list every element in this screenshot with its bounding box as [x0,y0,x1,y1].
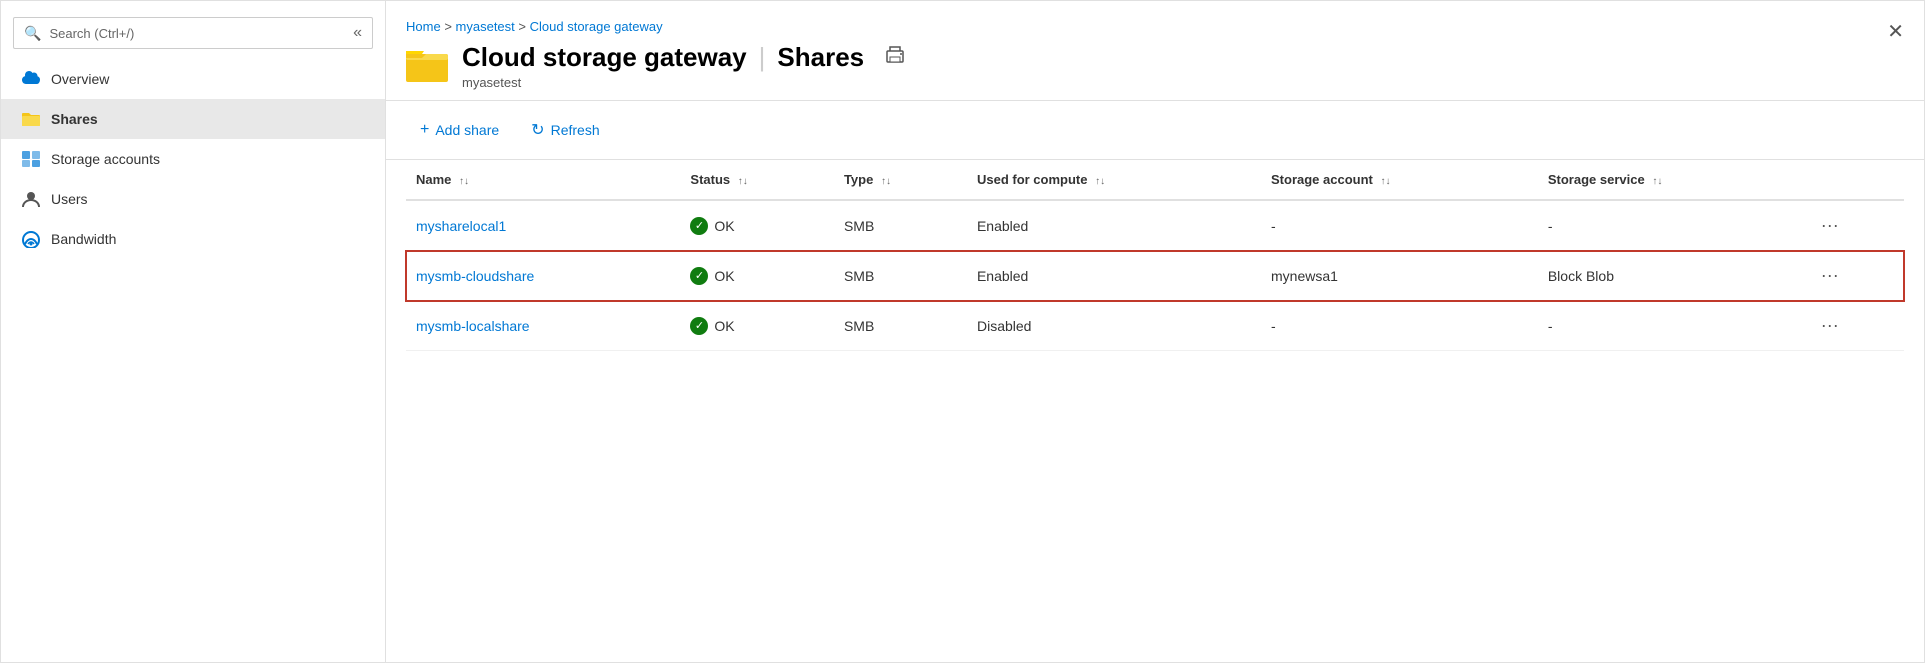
cell-actions: ··· [1805,301,1904,351]
storage-icon [21,149,41,169]
share-name-link[interactable]: mysmb-cloudshare [416,268,534,284]
breadcrumb-sep1: > [444,19,455,34]
cell-actions: ··· [1805,200,1904,251]
cell-compute: Enabled [967,200,1261,251]
sidebar-item-overview-label: Overview [51,71,109,87]
cloud-icon [21,69,41,89]
breadcrumb-sep2: > [518,19,529,34]
more-options-button[interactable]: ··· [1815,313,1845,338]
sort-storage-service-icon[interactable]: ↑↓ [1652,176,1662,187]
cell-actions: ··· [1805,251,1904,301]
sidebar-item-users[interactable]: Users [1,179,385,219]
col-header-compute: Used for compute ↑↓ [967,160,1261,200]
title-block: Cloud storage gateway | Shares [462,42,906,90]
status-label: OK [714,268,734,284]
status-ok-icon: ✓ [690,217,708,235]
add-share-button[interactable]: + Add share [406,114,513,146]
breadcrumb: Home > myasetest > Cloud storage gateway [406,19,1894,34]
cell-storage-service: Block Blob [1538,251,1805,301]
sidebar-item-storage-accounts[interactable]: Storage accounts [1,139,385,179]
resource-icon [406,44,448,89]
cell-compute: Disabled [967,301,1261,351]
sidebar: 🔍 Search (Ctrl+/) « Overview Shares [1,1,386,662]
sidebar-item-overview[interactable]: Overview [1,59,385,99]
toolbar: + Add share ↻ Refresh [386,101,1924,160]
page-subtitle-label: Shares [777,42,864,73]
sidebar-item-bandwidth-label: Bandwidth [51,231,116,247]
add-icon: + [420,121,429,139]
sort-name-icon[interactable]: ↑↓ [459,176,469,187]
add-share-label: Add share [435,122,499,138]
status-ok-icon: ✓ [690,317,708,335]
search-placeholder: Search (Ctrl+/) [49,26,134,41]
col-header-storage-service: Storage service ↑↓ [1538,160,1805,200]
table-header-row: Name ↑↓ Status ↑↓ Type ↑↓ Used for com [406,160,1904,200]
collapse-button[interactable]: « [353,24,362,42]
cell-compute: Enabled [967,251,1261,301]
refresh-button[interactable]: ↻ Refresh [517,113,613,147]
cell-type: SMB [834,200,967,251]
cell-type: SMB [834,251,967,301]
breadcrumb-myasetest[interactable]: myasetest [456,19,515,34]
status-label: OK [714,318,734,334]
cell-status: ✓ OK [680,301,834,351]
cell-status: ✓ OK [680,200,834,251]
col-header-status: Status ↑↓ [680,160,834,200]
col-header-actions [1805,160,1904,200]
cell-storage-service: - [1538,200,1805,251]
breadcrumb-home[interactable]: Home [406,19,441,34]
col-header-storage-account: Storage account ↑↓ [1261,160,1538,200]
breadcrumb-current[interactable]: Cloud storage gateway [530,19,663,34]
cell-storage-account: mynewsa1 [1261,251,1538,301]
cell-storage-service: - [1538,301,1805,351]
page-title-text: Cloud storage gateway [462,42,747,73]
bandwidth-icon [21,229,41,249]
title-row: Cloud storage gateway | Shares [406,42,1894,90]
share-name-link[interactable]: mysmb-localshare [416,318,530,334]
main-content: Home > myasetest > Cloud storage gateway [386,1,1924,662]
close-button[interactable]: ✕ [1887,19,1904,44]
status-label: OK [714,218,734,234]
refresh-label: Refresh [551,122,600,138]
sidebar-item-bandwidth[interactable]: Bandwidth [1,219,385,259]
search-icon: 🔍 [24,25,41,42]
cell-name: mysharelocal1 [406,200,680,251]
sidebar-item-shares-label: Shares [51,111,98,127]
more-options-button[interactable]: ··· [1815,213,1845,238]
table-row[interactable]: mysmb-cloudshare ✓ OK SMBEnabledmynewsa1Blo… [406,251,1904,301]
more-options-button[interactable]: ··· [1815,263,1845,288]
cell-name: mysmb-cloudshare [406,251,680,301]
table-row[interactable]: mysharelocal1✓OKSMBEnabled--··· [406,200,1904,251]
sort-status-icon[interactable]: ↑↓ [738,176,748,187]
device-name: myasetest [462,75,906,90]
cell-storage-account: - [1261,200,1538,251]
cell-status: ✓ OK [680,251,834,301]
shares-table: Name ↑↓ Status ↑↓ Type ↑↓ Used for com [406,160,1904,351]
status-ok-icon: ✓ [690,267,708,285]
cell-storage-account: - [1261,301,1538,351]
refresh-icon: ↻ [531,120,544,140]
header: Home > myasetest > Cloud storage gateway [386,1,1924,101]
col-header-name: Name ↑↓ [406,160,680,200]
table-row[interactable]: mysmb-localshare✓OKSMBDisabled--··· [406,301,1904,351]
sort-compute-icon[interactable]: ↑↓ [1095,176,1105,187]
sort-type-icon[interactable]: ↑↓ [881,176,891,187]
user-icon [21,189,41,209]
sort-storage-account-icon[interactable]: ↑↓ [1380,176,1390,187]
folder-icon [21,109,41,129]
col-header-type: Type ↑↓ [834,160,967,200]
table-area: Name ↑↓ Status ↑↓ Type ↑↓ Used for com [386,160,1924,662]
sidebar-item-shares[interactable]: Shares [1,99,385,139]
print-icon[interactable] [884,44,906,72]
sidebar-item-users-label: Users [51,191,88,207]
sidebar-item-storage-accounts-label: Storage accounts [51,151,160,167]
search-box[interactable]: 🔍 Search (Ctrl+/) « [13,17,373,49]
page-title: Cloud storage gateway | Shares [462,42,906,73]
share-name-link[interactable]: mysharelocal1 [416,218,506,234]
cell-name: mysmb-localshare [406,301,680,351]
cell-type: SMB [834,301,967,351]
title-separator: | [759,42,766,73]
